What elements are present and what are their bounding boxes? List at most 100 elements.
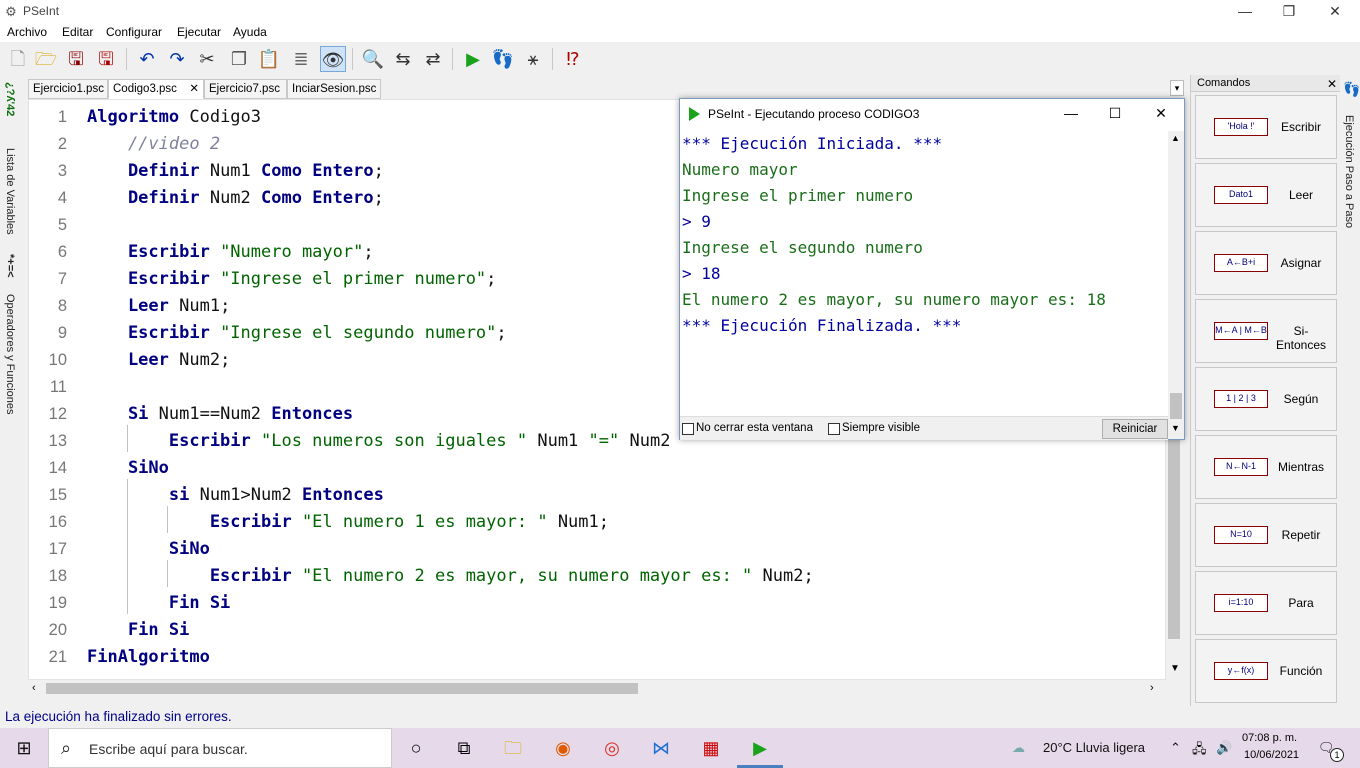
new-file-icon[interactable]: 🗋 [5,46,31,72]
code-line[interactable]: 18 Escribir "El numero 2 es mayor, su nu… [29,563,1165,590]
save-icon[interactable]: 🖫 [63,46,89,72]
code-text: FinAlgoritmo [87,644,210,671]
close-button[interactable]: ✕ [1312,0,1358,24]
reiniciar-button[interactable]: Reiniciar [1102,419,1168,439]
cortana-icon[interactable]: ○ [403,736,429,760]
commands-close-icon[interactable]: ✕ [1327,77,1337,91]
command-9[interactable]: y←f(x) Función [1195,639,1337,703]
code-text: Escribir "El numero 2 es mayor, su numer… [87,563,814,590]
tab-ejercicio7[interactable]: Ejercicio7.psc [204,79,287,99]
exec-minimize-button[interactable]: — [1048,104,1094,124]
tabs-dropdown-icon[interactable]: ▾ [1170,80,1184,96]
code-line[interactable]: 14 SiNo [29,455,1165,482]
code-line[interactable]: 17 SiNo [29,536,1165,563]
windows-start-icon[interactable]: ⊞ [11,736,37,760]
help-icon[interactable]: ⁉ [560,46,586,72]
clock-time[interactable]: 07:08 p. m. [1242,732,1297,744]
code-line[interactable]: 19 Fin Si [29,590,1165,617]
file-explorer-icon[interactable]: 🗀 [500,736,526,760]
tab-codigo3[interactable]: Codigo3.psc ✕ [108,79,204,99]
menu-ayuda[interactable]: Ayuda [233,25,267,39]
menu-editar[interactable]: Editar [62,25,93,39]
tab-operadores-y-funciones[interactable]: Operadores y Funciones [4,294,16,414]
tab-ejecucion-paso-a-paso[interactable]: Ejecución Paso a Paso [1343,115,1355,228]
command-label: Asignar [1280,256,1322,270]
command-symbol-icon: A←B+i [1214,254,1268,272]
indent-icon[interactable]: ≣ [288,46,314,72]
tray-chevron-icon[interactable]: ⌃ [1170,740,1181,756]
find-icon[interactable]: 🔍 [360,46,386,72]
volume-icon[interactable]: 🔊 [1216,740,1232,756]
menu-archivo[interactable]: Archivo [7,25,47,39]
exec-maximize-button[interactable]: ☐ [1092,104,1138,124]
close-tab-icon[interactable]: ✕ [189,80,199,98]
scroll-down-icon[interactable]: ▼ [1170,663,1180,674]
editor-horizontal-scrollbar[interactable]: ‹ › [28,680,1166,697]
task-view-icon[interactable]: ⧉ [451,736,477,760]
copy-icon[interactable]: ❐ [226,46,252,72]
command-label: Mientras [1277,460,1324,474]
flowchart-icon[interactable]: ⚹ [520,46,546,72]
code-token: Leer [87,296,169,316]
paste-icon[interactable]: 📋 [256,46,282,72]
tab-ejercicio1[interactable]: Ejercicio1.psc [28,79,108,99]
clock-date[interactable]: 10/06/2021 [1244,749,1299,761]
app-icon[interactable]: ▦ [698,736,724,760]
command-label: Escribir [1280,120,1321,134]
vscode-icon[interactable]: ⋈ [648,736,674,760]
command-symbol-icon: N←N-1 [1214,458,1268,476]
scroll-right-icon[interactable]: › [1150,682,1154,694]
cut-icon[interactable]: ✂ [194,46,220,72]
firefox-icon[interactable]: ◉ [550,736,576,760]
run-icon[interactable]: ▶ [460,46,486,72]
tab-lista-de-variables[interactable]: Lista de Variables [4,148,16,235]
footsteps-icon: 👣 [1343,81,1360,97]
scroll-left-icon[interactable]: ‹ [32,682,36,694]
command-8[interactable]: i=1:10 Para [1195,571,1337,635]
step-icon[interactable]: 👣 [490,46,516,72]
toolbar: 🗋 🗁 🖫 🖫 ↶ ↷ ✂ ❐ 📋 ≣ 👁 🔍 ⇆ ⇄ ▶ 👣 ⚹ ⁉ [0,42,1360,76]
command-4[interactable]: M←A | M←B Si-Entonces [1195,299,1337,363]
command-2[interactable]: Dato1 Leer [1195,163,1337,227]
scroll-thumb[interactable] [1170,393,1182,419]
redo-icon[interactable]: ↷ [164,46,190,72]
scroll-up-icon[interactable]: ▲ [1171,133,1180,143]
scroll-thumb[interactable] [46,683,638,694]
network-icon[interactable]: 🖧 [1192,740,1207,762]
save-as-icon[interactable]: 🖫 [93,46,119,72]
scroll-down-icon[interactable]: ▼ [1171,423,1180,433]
command-7[interactable]: N=10 Repetir [1195,503,1337,567]
right-side-panel: 👣 Ejecución Paso a Paso [1340,75,1360,706]
chrome-icon[interactable]: ◎ [599,736,625,760]
tab-iniciarsesion[interactable]: InciarSesion.psc [287,79,381,99]
pseint-taskbar-icon[interactable]: ▶ [747,736,773,760]
weather-text[interactable]: 20°C Lluvia ligera [1043,740,1145,755]
command-3[interactable]: A←B+i Asignar [1195,231,1337,295]
execution-window-title: PSeInt - Ejecutando proceso CODIGO3 [708,107,920,121]
find-next-icon[interactable]: ⇆ [390,46,416,72]
taskbar-search[interactable]: ⌕ Escribe aquí para buscar. [48,728,392,768]
no-cerrar-checkbox[interactable] [682,423,694,435]
search-input[interactable]: Escribe aquí para buscar. [89,741,248,757]
menu-configurar[interactable]: Configurar [106,25,162,39]
minimize-button[interactable]: — [1222,0,1268,24]
menu-ejecutar[interactable]: Ejecutar [177,25,221,39]
replace-icon[interactable]: ⇄ [420,46,446,72]
exec-close-button[interactable]: ✕ [1138,104,1184,124]
command-5[interactable]: 1 | 2 | 3 Según [1195,367,1337,431]
open-folder-icon[interactable]: 🗁 [33,46,59,72]
undo-icon[interactable]: ↶ [134,46,160,72]
code-line[interactable]: 15 si Num1>Num2 Entonces [29,482,1165,509]
line-number: 12 [48,405,67,423]
indent-guide [127,425,128,452]
code-line[interactable]: 16 Escribir "El numero 1 es mayor: " Num… [29,509,1165,536]
maximize-button[interactable]: ❐ [1266,0,1312,24]
command-6[interactable]: N←N-1 Mientras [1195,435,1337,499]
command-1[interactable]: 'Hola !' Escribir [1195,95,1337,159]
siempre-visible-checkbox[interactable] [828,423,840,435]
code-line[interactable]: 21 FinAlgoritmo [29,644,1165,671]
code-line[interactable]: 20 Fin Si [29,617,1165,644]
eye-icon[interactable]: 👁 [320,46,346,72]
console-scrollbar[interactable]: ▲ ▼ [1168,131,1184,439]
execution-console[interactable]: *** Ejecución Iniciada. *** Numero mayor I… [680,131,1168,416]
